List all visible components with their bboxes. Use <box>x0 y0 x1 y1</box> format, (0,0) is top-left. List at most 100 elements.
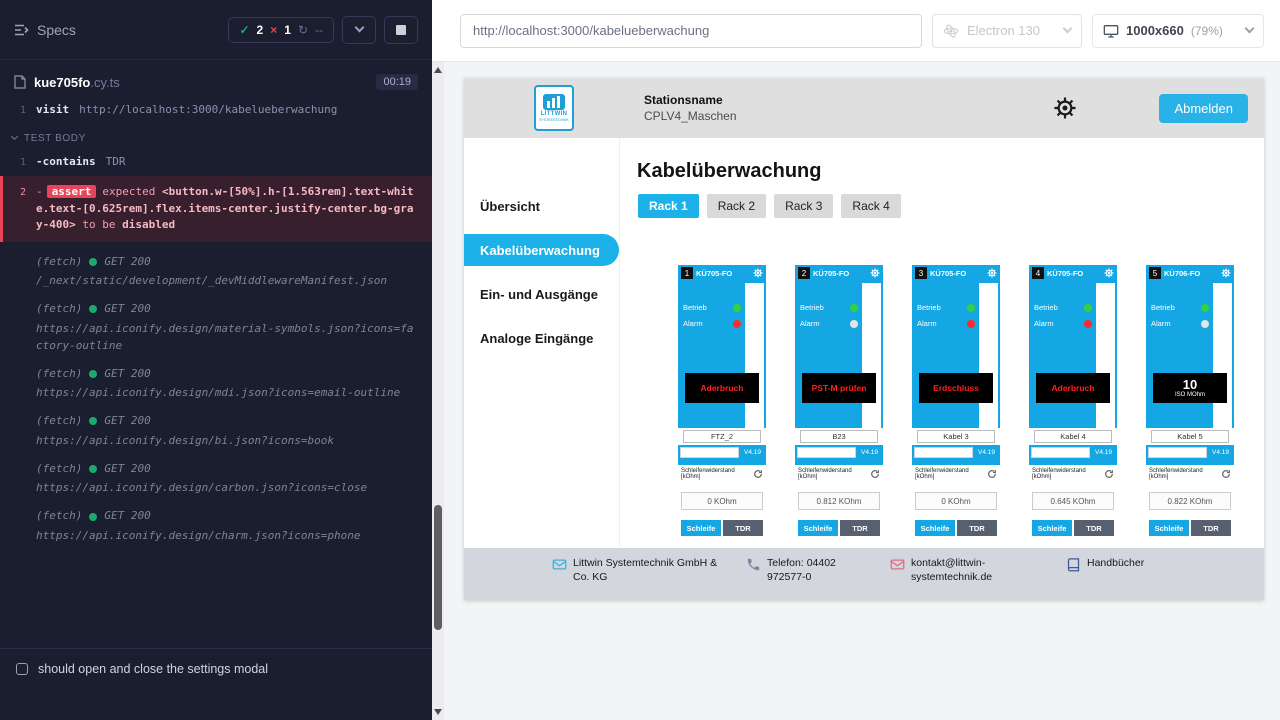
firmware-version: V4.19 <box>973 449 1000 456</box>
sidebar-item-label: Ein- und Ausgänge <box>480 287 598 302</box>
cypress-reporter: Specs ✓2 ×1 ↻-- kue705fo.cy.ts 00:19 1 v… <box>0 0 432 720</box>
footer-contact-item[interactable]: Telefon: 04402 972577-0 <box>746 556 866 584</box>
betrieb-label: Betrieb <box>800 303 824 312</box>
footer-contact-item[interactable]: Handbücher <box>1066 556 1144 572</box>
address-bar[interactable] <box>460 14 922 48</box>
schleife-button[interactable]: Schleife <box>1149 520 1189 536</box>
refresh-icon[interactable] <box>753 469 763 479</box>
betrieb-label: Betrieb <box>917 303 941 312</box>
tdr-button[interactable]: TDR <box>957 520 997 536</box>
device-side-panel <box>745 283 764 431</box>
fetch-log-entry[interactable]: (fetch) GET 200 https://api.iconify.desi… <box>0 413 432 449</box>
collapse-dropdown[interactable] <box>342 16 376 44</box>
reporter-controls: ✓2 ×1 ↻-- <box>228 16 418 44</box>
littwin-logo: LITTWIN SYSTEMTECHNIK <box>534 85 574 131</box>
tdr-button[interactable]: TDR <box>1191 520 1231 536</box>
app-footer: Littwin Systemtechnik GmbH & Co. KG Tele… <box>464 548 1264 600</box>
fetch-label: (fetch) <box>36 508 82 525</box>
tdr-button[interactable]: TDR <box>840 520 880 536</box>
status-ok-dot <box>89 465 97 473</box>
sidebar-item[interactable]: Analoge Eingänge <box>464 322 619 354</box>
alarm-label: Alarm <box>800 319 820 328</box>
version-field <box>680 447 739 458</box>
device-card: 1 KÜ705-FO Betrieb Alarm <box>678 265 766 565</box>
device-cards: 1 KÜ705-FO Betrieb Alarm <box>678 265 1234 565</box>
device-status: 10 ISO MOhm <box>1153 373 1227 403</box>
fetch-url: https://api.iconify.design/mdi.json?icon… <box>0 382 432 401</box>
test-body-section[interactable]: TEST BODY <box>0 121 432 152</box>
refresh-icon[interactable] <box>1221 469 1231 479</box>
scrollbar-thumb[interactable] <box>434 505 442 630</box>
cable-name: B23 <box>800 430 878 443</box>
failed-assert-row[interactable]: 2 -assertexpected <button.w-[50%].h-[1.5… <box>0 176 432 242</box>
tdr-button[interactable]: TDR <box>723 520 763 536</box>
reporter-header: Specs ✓2 ×1 ↻-- <box>0 0 432 60</box>
test-stats[interactable]: ✓2 ×1 ↻-- <box>228 17 334 43</box>
status-text: Aderbruch <box>701 383 744 393</box>
fetch-log-entry[interactable]: (fetch) GET 200 https://api.iconify.desi… <box>0 461 432 497</box>
logout-button[interactable]: Abmelden <box>1159 94 1248 123</box>
status-ok-dot <box>89 370 97 378</box>
monitor-icon <box>1103 23 1119 39</box>
device-settings-icon[interactable] <box>753 268 763 278</box>
refresh-icon[interactable] <box>987 469 997 479</box>
version-field <box>1148 447 1207 458</box>
app-sidebar: Übersicht Kabelüberwachung Ein- und Ausg… <box>464 138 620 548</box>
device-settings-icon[interactable] <box>1104 268 1114 278</box>
fetch-log-entry[interactable]: (fetch) GET 200 https://api.iconify.desi… <box>0 508 432 544</box>
sidebar-item[interactable]: Kabelüberwachung <box>464 234 619 266</box>
footer-contact-item[interactable]: Littwin Systemtechnik GmbH & Co. KG <box>552 556 722 584</box>
device-settings-icon[interactable] <box>1221 268 1231 278</box>
spec-timer: 00:19 <box>376 74 418 90</box>
scroll-down-arrow[interactable] <box>434 709 442 715</box>
scroll-up-arrow[interactable] <box>434 67 442 73</box>
betrieb-label: Betrieb <box>1034 303 1058 312</box>
passed-icon: ✓ <box>239 23 249 37</box>
refresh-icon[interactable] <box>1104 469 1114 479</box>
schleife-button[interactable]: Schleife <box>1032 520 1072 536</box>
sidebar-item[interactable]: Übersicht <box>464 190 619 222</box>
specs-button[interactable]: Specs <box>14 22 76 38</box>
device-settings-icon[interactable] <box>870 268 880 278</box>
littwin-building-icon <box>543 94 565 110</box>
fetch-method-status: GET 200 <box>104 301 150 318</box>
status-ok-dot <box>89 513 97 521</box>
schleife-button[interactable]: Schleife <box>798 520 838 536</box>
next-test-row[interactable]: should open and close the settings modal <box>0 648 432 720</box>
test-box-icon <box>16 663 28 675</box>
sidebar-item[interactable]: Ein- und Ausgänge <box>464 278 619 310</box>
fetch-log-entry[interactable]: (fetch) GET 200 https://api.iconify.desi… <box>0 366 432 402</box>
device-status: Aderbruch <box>685 373 759 403</box>
rack-tab[interactable]: Rack 4 <box>841 194 900 218</box>
fetch-log-entry[interactable]: (fetch) GET 200 https://api.iconify.desi… <box>0 301 432 354</box>
device-settings-icon[interactable] <box>987 268 997 278</box>
footer-contact-text: Telefon: 04402 972577-0 <box>767 556 866 584</box>
reporter-scrollbar[interactable] <box>432 62 444 720</box>
rack-tab[interactable]: Rack 3 <box>774 194 833 218</box>
fetch-label: (fetch) <box>36 254 82 271</box>
log-row-contains[interactable]: 1 -contains TDR <box>0 152 432 173</box>
fetch-log-entry[interactable]: (fetch) GET 200 /_next/static/developmen… <box>0 254 432 290</box>
fetch-method-status: GET 200 <box>104 461 150 478</box>
footer-contact-item[interactable]: kontakt@littwin-systemtechnik.de <box>890 556 1042 584</box>
refresh-icon[interactable] <box>870 469 880 479</box>
settings-gear-icon[interactable] <box>1053 96 1077 120</box>
rack-tab[interactable]: Rack 2 <box>707 194 766 218</box>
device-number: 1 <box>681 267 693 279</box>
cable-name: FTZ_2 <box>683 430 761 443</box>
schleife-button[interactable]: Schleife <box>915 520 955 536</box>
schleife-button[interactable]: Schleife <box>681 520 721 536</box>
fetch-url: https://api.iconify.design/material-symb… <box>0 318 432 354</box>
device-model: KÜ705-FO <box>696 269 750 278</box>
tdr-button[interactable]: TDR <box>1074 520 1114 536</box>
device-model: KÜ705-FO <box>930 269 984 278</box>
rack-tab[interactable]: Rack 1 <box>638 194 699 218</box>
stop-button[interactable] <box>384 16 418 44</box>
spec-extension: .cy.ts <box>90 75 119 90</box>
log-row-visit[interactable]: 1 visit http://localhost:3000/kabelueber… <box>0 100 432 121</box>
browser-selector[interactable]: Electron 130 <box>932 14 1082 48</box>
viewport-selector[interactable]: 1000x660 (79%) <box>1092 14 1264 48</box>
alarm-label: Alarm <box>1034 319 1054 328</box>
status-ok-dot <box>89 258 97 266</box>
footer-contact-text: Handbücher <box>1087 556 1144 572</box>
